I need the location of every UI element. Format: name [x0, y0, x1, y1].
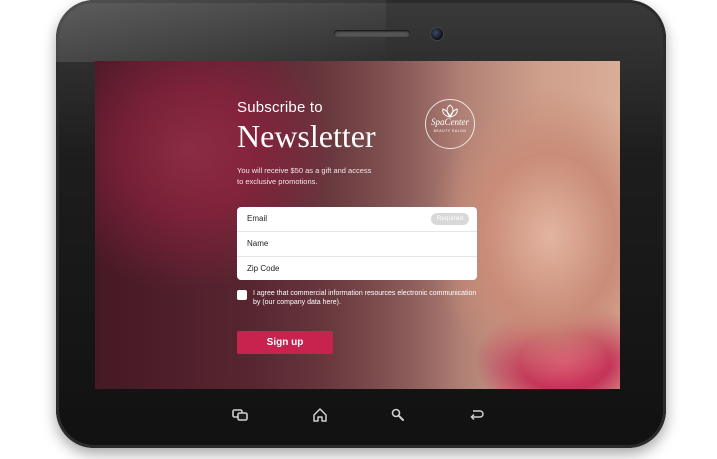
email-field[interactable]: Email Required	[237, 207, 477, 232]
consent-row: I agree that commercial information reso…	[237, 289, 477, 307]
consent-text: I agree that commercial information reso…	[253, 290, 477, 306]
back-button[interactable]	[464, 406, 488, 424]
zip-code-field[interactable]: Zip Code	[237, 257, 477, 280]
newsletter-title: Newsletter	[237, 118, 376, 154]
tablet-screen: SpaCenter BEAUTY SALON Subscribe to News…	[95, 61, 620, 389]
sign-up-button[interactable]: Sign up	[237, 331, 333, 354]
newsletter-panel: Subscribe to Newsletter You will receive…	[237, 99, 477, 354]
search-button[interactable]	[386, 406, 410, 424]
recent-apps-icon	[232, 409, 248, 421]
search-icon	[391, 408, 404, 421]
name-label: Name	[247, 239, 269, 248]
newsletter-subtitle: Subscribe to	[237, 99, 323, 116]
zip-code-label: Zip Code	[247, 264, 280, 273]
recent-apps-button[interactable]	[228, 406, 252, 424]
back-icon	[470, 410, 484, 421]
home-icon	[313, 408, 327, 422]
required-badge: Required	[430, 213, 469, 225]
speaker-grille	[334, 30, 410, 37]
name-field[interactable]: Name	[237, 232, 477, 257]
tablet-device: SpaCenter BEAUTY SALON Subscribe to News…	[56, 0, 666, 448]
home-button[interactable]	[308, 406, 332, 424]
camera-icon	[430, 27, 444, 41]
email-label: Email	[247, 214, 268, 223]
signup-form: Email Required Name Zip Code	[237, 207, 477, 280]
consent-checkbox[interactable]	[237, 290, 247, 300]
newsletter-description: You will receive $50 as a gift and acces…	[237, 166, 372, 186]
